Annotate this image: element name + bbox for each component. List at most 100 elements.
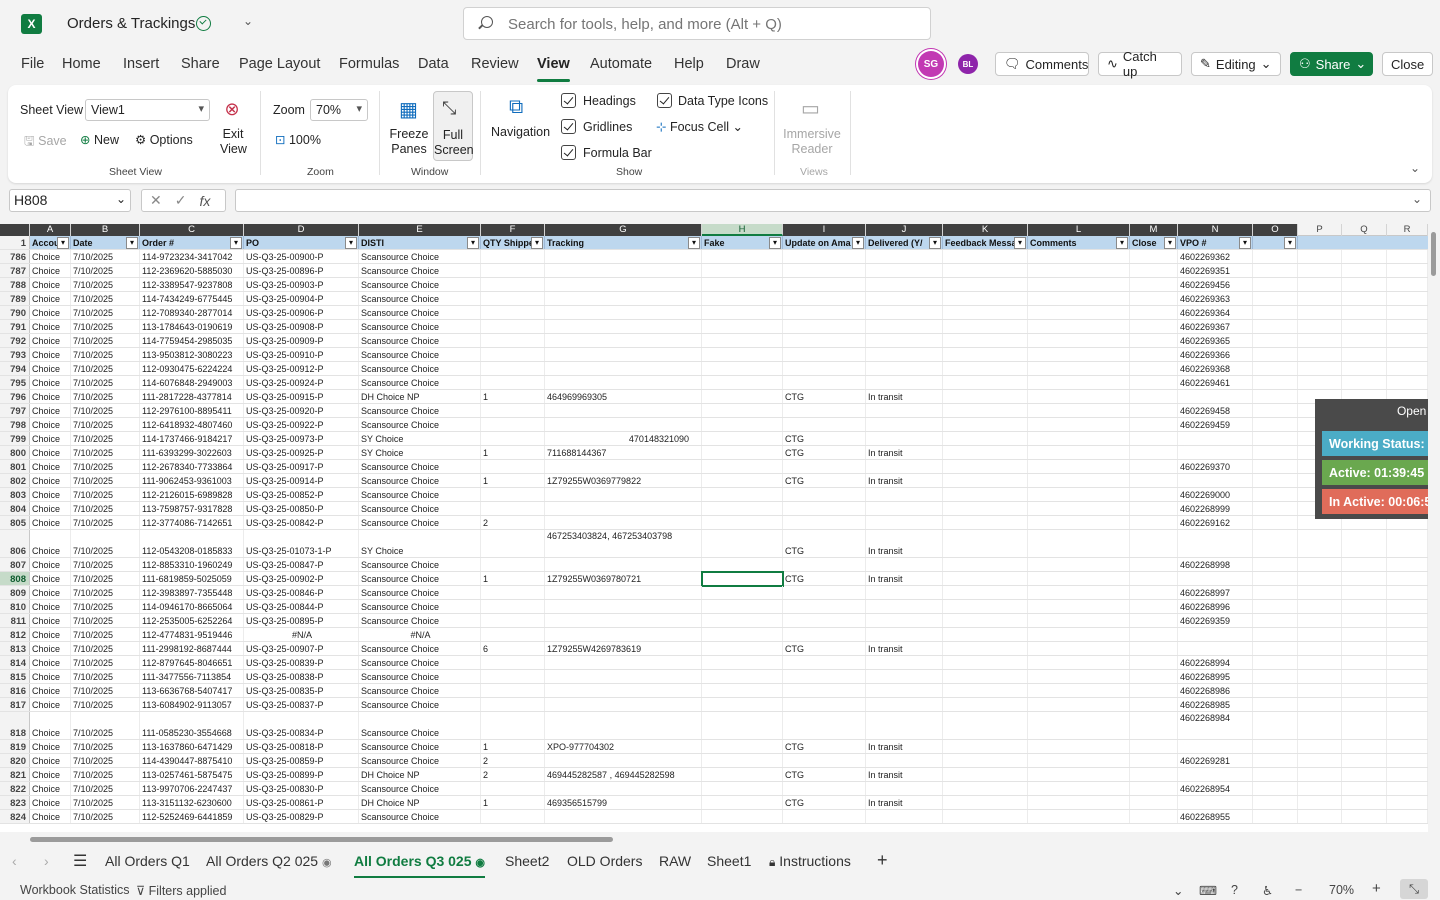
cell[interactable] xyxy=(943,362,1028,375)
all-sheets-menu-icon[interactable]: ☰ xyxy=(73,851,87,871)
row-header[interactable]: 824 xyxy=(0,810,30,823)
cell[interactable]: 112-5252469-6441859 xyxy=(140,810,244,823)
cell[interactable] xyxy=(1130,642,1178,655)
horizontal-scrollbar[interactable] xyxy=(0,832,1440,846)
cell[interactable] xyxy=(943,348,1028,361)
cell[interactable] xyxy=(545,306,702,319)
cell[interactable]: 112-0930475-6224224 xyxy=(140,362,244,375)
cell[interactable]: US-Q3-25-00818-P xyxy=(244,740,359,753)
cell[interactable] xyxy=(1130,348,1178,361)
cell[interactable]: Choice xyxy=(30,250,71,263)
column-header-i[interactable]: I xyxy=(783,224,866,236)
horizontal-scroll-thumb[interactable] xyxy=(30,837,613,842)
cell[interactable] xyxy=(1298,334,1342,347)
cell[interactable] xyxy=(1130,810,1178,823)
cell[interactable] xyxy=(783,264,866,277)
cell[interactable] xyxy=(1387,320,1428,333)
cell[interactable] xyxy=(1130,782,1178,795)
cell[interactable] xyxy=(1028,404,1130,417)
cell[interactable]: 7/10/2025 xyxy=(71,684,140,697)
cell[interactable] xyxy=(1253,348,1298,361)
cell[interactable] xyxy=(1387,306,1428,319)
cell[interactable] xyxy=(1298,600,1342,613)
cell[interactable] xyxy=(702,250,783,263)
cell[interactable]: 470148321090 xyxy=(545,432,702,445)
cell[interactable] xyxy=(1387,796,1428,809)
cell[interactable]: Choice xyxy=(30,432,71,445)
cell[interactable] xyxy=(481,600,545,613)
cell[interactable] xyxy=(943,642,1028,655)
cell[interactable]: Choice xyxy=(30,684,71,697)
cell[interactable]: 1 xyxy=(481,572,545,585)
cell[interactable] xyxy=(1342,600,1387,613)
cell[interactable]: 111-6393299-3022603 xyxy=(140,446,244,459)
cell[interactable] xyxy=(1253,418,1298,431)
cell[interactable]: 7/10/2025 xyxy=(71,320,140,333)
cell[interactable]: 4602269363 xyxy=(1178,292,1253,305)
cell[interactable] xyxy=(1342,264,1387,277)
cell[interactable] xyxy=(481,782,545,795)
cell[interactable] xyxy=(481,376,545,389)
filter-header-cell[interactable]: Feedback Messa xyxy=(943,236,1028,249)
cell[interactable]: Scansource Choice xyxy=(359,656,481,669)
column-header-o[interactable]: O xyxy=(1253,224,1298,236)
filter-header-cell[interactable] xyxy=(1253,236,1298,249)
cell[interactable] xyxy=(1253,530,1298,557)
cell[interactable]: 4602268999 xyxy=(1178,502,1253,515)
cell[interactable]: Scansource Choice xyxy=(359,754,481,767)
cell[interactable] xyxy=(481,558,545,571)
cell[interactable]: 7/10/2025 xyxy=(71,600,140,613)
cell[interactable] xyxy=(1342,656,1387,669)
cell[interactable] xyxy=(1130,446,1178,459)
cell[interactable]: 4602268986 xyxy=(1178,684,1253,697)
cell[interactable] xyxy=(1342,698,1387,711)
cell[interactable] xyxy=(943,278,1028,291)
cell[interactable]: Choice xyxy=(30,264,71,277)
row-header[interactable]: 800 xyxy=(0,446,30,459)
cell[interactable]: US-Q3-25-00844-P xyxy=(244,600,359,613)
cell[interactable] xyxy=(866,810,943,823)
cell[interactable] xyxy=(1178,642,1253,655)
zoom-100-button[interactable]: ⊡ 100% xyxy=(275,132,321,147)
cell[interactable] xyxy=(1130,474,1178,487)
cell[interactable] xyxy=(1028,796,1130,809)
cell[interactable] xyxy=(783,306,866,319)
cell[interactable]: 4602268994 xyxy=(1178,656,1253,669)
cell[interactable] xyxy=(1130,614,1178,627)
cell[interactable]: 114-6076848-2949003 xyxy=(140,376,244,389)
cell[interactable] xyxy=(1342,754,1387,767)
cell[interactable] xyxy=(866,306,943,319)
cell[interactable] xyxy=(783,404,866,417)
cell[interactable] xyxy=(1342,572,1387,585)
cell[interactable] xyxy=(1298,376,1342,389)
column-header-b[interactable]: B xyxy=(71,224,140,236)
cell[interactable] xyxy=(1298,740,1342,753)
cell[interactable]: 4602269364 xyxy=(1178,306,1253,319)
zoom-level[interactable]: 70% xyxy=(1329,883,1354,897)
cell[interactable]: 469445282587 , 469445282598 xyxy=(545,768,702,781)
cell[interactable]: 111-6819859-5025059 xyxy=(140,572,244,585)
row-header[interactable]: 789 xyxy=(0,292,30,305)
cell[interactable] xyxy=(1178,446,1253,459)
row-header[interactable]: 1 xyxy=(0,236,30,249)
options-button[interactable]: ⚙ Options xyxy=(135,132,193,147)
cell[interactable] xyxy=(943,320,1028,333)
cell[interactable] xyxy=(783,334,866,347)
cell[interactable] xyxy=(1130,754,1178,767)
cell[interactable] xyxy=(545,376,702,389)
cell[interactable] xyxy=(1253,278,1298,291)
cell[interactable] xyxy=(702,656,783,669)
cell[interactable]: 7/10/2025 xyxy=(71,558,140,571)
cell[interactable] xyxy=(1387,334,1428,347)
cell[interactable]: Choice xyxy=(30,558,71,571)
cell[interactable]: 7/10/2025 xyxy=(71,460,140,473)
cell[interactable] xyxy=(1028,768,1130,781)
cell[interactable] xyxy=(1342,614,1387,627)
cell[interactable]: Scansource Choice xyxy=(359,558,481,571)
cell[interactable] xyxy=(1298,712,1342,739)
cell[interactable] xyxy=(1387,614,1428,627)
cell[interactable] xyxy=(783,698,866,711)
cell[interactable]: US-Q3-25-00900-P xyxy=(244,250,359,263)
cell[interactable] xyxy=(866,432,943,445)
cell[interactable] xyxy=(943,432,1028,445)
